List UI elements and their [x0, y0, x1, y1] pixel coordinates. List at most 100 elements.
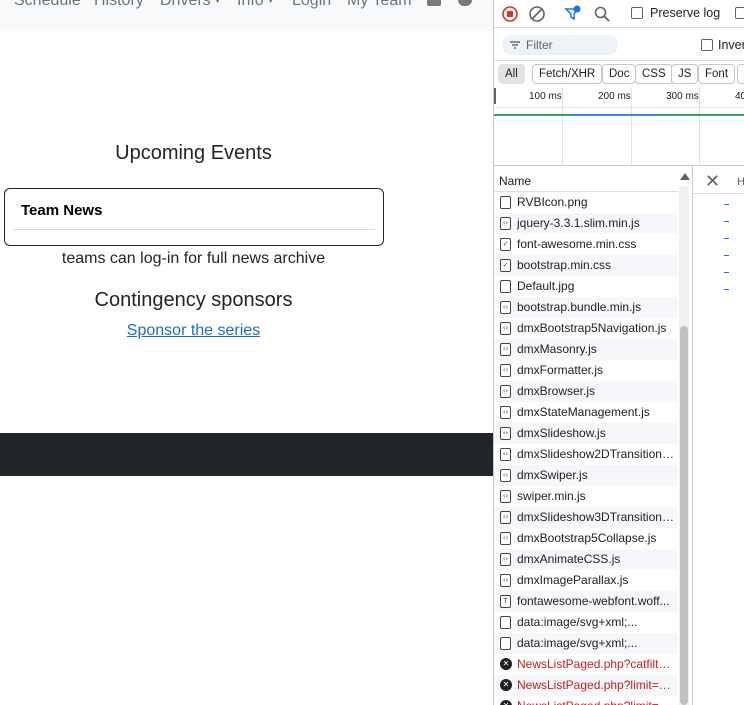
nav-link-schedule[interactable]: Schedule [14, 0, 81, 10]
request-name: RVBIcon.png [517, 195, 588, 209]
request-row[interactable]: ‹› dmxBrowser.js [494, 381, 678, 402]
nav-dropdown-label: Drivers [160, 0, 211, 9]
request-row[interactable]: ‹› dmxAnimateCSS.js [494, 549, 678, 570]
nav-link-my-team[interactable]: My Team [347, 0, 412, 10]
scrollbar-thumb[interactable] [680, 326, 688, 705]
search-icon[interactable] [593, 5, 611, 23]
filter-input[interactable]: Filter [502, 35, 618, 55]
request-row[interactable]: Tfontawesome-webfont.woff... [494, 591, 678, 612]
request-row[interactable]: ✕ NewsListPaged.php?limit=6... [494, 696, 678, 705]
request-row[interactable]: ✓ bootstrap.min.css [494, 255, 678, 276]
filter-placeholder: Filter [526, 38, 553, 52]
request-row[interactable]: ‹› dmxSlideshow3DTransitions.js [494, 507, 678, 528]
invert-label: Inver [718, 38, 744, 52]
caret-down-icon: ▼ [266, 0, 275, 6]
nav-dropdown-label: Info [237, 0, 264, 9]
type-chip-all[interactable]: All [498, 64, 525, 84]
website-viewport: Schedule History Drivers ▼ Info ▼ Login My… [0, 0, 493, 705]
request-row[interactable]: ‹› dmxStateManagement.js [494, 402, 678, 423]
type-chip-doc[interactable]: Doc [602, 64, 637, 84]
record-stop-icon[interactable] [501, 5, 519, 23]
file-icon [500, 637, 511, 650]
preserve-log-label: Preserve log [650, 6, 721, 20]
request-row[interactable]: ‹› dmxMasonry.js [494, 339, 678, 360]
close-icon[interactable]: ✕ [705, 171, 720, 192]
request-list: RVBIcon.png ‹› jquery-3.3.1.slim.min.js ✓ fo… [494, 192, 678, 705]
request-name: dmxImageParallax.js [517, 573, 629, 587]
type-chip-css[interactable]: CSS [635, 64, 673, 84]
file-icon [500, 616, 511, 629]
timeline-bar-requests [570, 114, 656, 116]
request-row[interactable]: ‹› jquery-3.3.1.slim.min.js [494, 213, 678, 234]
request-name: NewsListPaged.php?catfilt=... [517, 657, 675, 671]
request-row[interactable]: Default.jpg [494, 276, 678, 297]
card-divider [13, 229, 375, 230]
dash-placeholder [724, 238, 729, 239]
request-row[interactable]: ‹› dmxBootstrap5Collapse.js [494, 528, 678, 549]
sort-ascending-icon[interactable] [680, 173, 690, 180]
request-row[interactable]: ‹› swiper.min.js [494, 486, 678, 507]
script-icon: ‹› [500, 448, 511, 461]
request-row[interactable]: ✕ NewsListPaged.php?limit=3... [494, 675, 678, 696]
request-row[interactable]: data:image/svg+xml;... [494, 612, 678, 633]
clear-icon[interactable] [528, 5, 546, 23]
upcoming-events-heading: Upcoming Events [115, 142, 272, 164]
timeline-gridline [562, 87, 563, 166]
request-name: dmxMasonry.js [517, 342, 597, 356]
timeline-tick: 100 ms [529, 91, 562, 102]
type-chip-font[interactable]: Font [698, 64, 736, 84]
type-chip-fetch-xhr[interactable]: Fetch/XHR [532, 64, 603, 84]
dash-placeholder [724, 289, 729, 290]
request-name: dmxSlideshow3DTransitions.js [517, 510, 675, 524]
script-icon: ‹› [500, 217, 511, 230]
request-row[interactable]: ‹› dmxSwiper.js [494, 465, 678, 486]
script-icon: ‹› [500, 490, 511, 503]
timeline-handle[interactable] [494, 88, 496, 104]
dash-placeholder [724, 204, 729, 205]
invert-checkbox[interactable] [701, 39, 713, 51]
request-row[interactable]: ‹› dmxBootstrap5Navigation.js [494, 318, 678, 339]
request-row[interactable]: ✓ font-awesome.min.css [494, 234, 678, 255]
request-row[interactable]: ‹› dmxFormatter.js [494, 360, 678, 381]
twitter-icon[interactable] [458, 0, 472, 6]
request-row[interactable]: data:image/svg+xml;... [494, 633, 678, 654]
type-chip-js[interactable]: JS [671, 64, 699, 84]
request-list-scrollbar[interactable] [679, 186, 689, 705]
navbar: Schedule History Drivers ▼ Info ▼ Login My… [0, 0, 493, 31]
disable-cache-checkbox[interactable] [735, 7, 744, 19]
request-name: dmxAnimateCSS.js [517, 552, 621, 566]
request-name: NewsListPaged.php?limit=6... [517, 699, 675, 705]
request-row[interactable]: ‹› dmxSlideshow2DTransitions.js [494, 444, 678, 465]
request-name: Default.jpg [517, 279, 575, 293]
request-name: NewsListPaged.php?limit=3... [517, 678, 675, 692]
name-column-header[interactable]: Name [494, 170, 678, 192]
request-name: dmxStateManagement.js [517, 405, 650, 419]
detail-tab-bar: ✕ H [693, 166, 744, 194]
nav-link-history[interactable]: History [94, 0, 144, 10]
nav-dropdown-info[interactable]: Info ▼ [237, 0, 275, 10]
network-overview-timeline[interactable]: 100 ms 200 ms 300 ms 40 [494, 87, 744, 166]
preserve-log-checkbox[interactable] [631, 7, 643, 19]
script-icon: ‹› [500, 406, 511, 419]
detail-tab-headers[interactable]: H [737, 176, 744, 188]
error-icon: ✕ [500, 679, 512, 691]
nav-link-login[interactable]: Login [292, 0, 331, 10]
request-name: jquery-3.3.1.slim.min.js [517, 216, 640, 230]
script-icon: ‹› [500, 574, 511, 587]
request-row[interactable]: ‹› dmxSlideshow.js [494, 423, 678, 444]
request-row[interactable]: ‹› bootstrap.bundle.min.js [494, 297, 678, 318]
request-row[interactable]: ✕ NewsListPaged.php?catfilt=... [494, 654, 678, 675]
request-row[interactable]: ‹› dmxImageParallax.js [494, 570, 678, 591]
script-icon: ‹› [500, 469, 511, 482]
facebook-icon[interactable] [427, 0, 441, 6]
request-name: dmxFormatter.js [517, 363, 604, 377]
team-news-card: Team News [4, 188, 384, 246]
sponsor-the-series-link[interactable]: Sponsor the series [0, 322, 387, 340]
request-name: bootstrap.bundle.min.js [517, 300, 642, 314]
type-chip-img[interactable]: I [737, 64, 744, 84]
nav-dropdown-drivers[interactable]: Drivers ▼ [160, 0, 222, 10]
stylesheet-icon: ✓ [500, 238, 511, 251]
script-icon: ‹› [500, 364, 511, 377]
request-row[interactable]: RVBIcon.png [494, 192, 678, 213]
funnel-icon[interactable] [564, 5, 582, 23]
